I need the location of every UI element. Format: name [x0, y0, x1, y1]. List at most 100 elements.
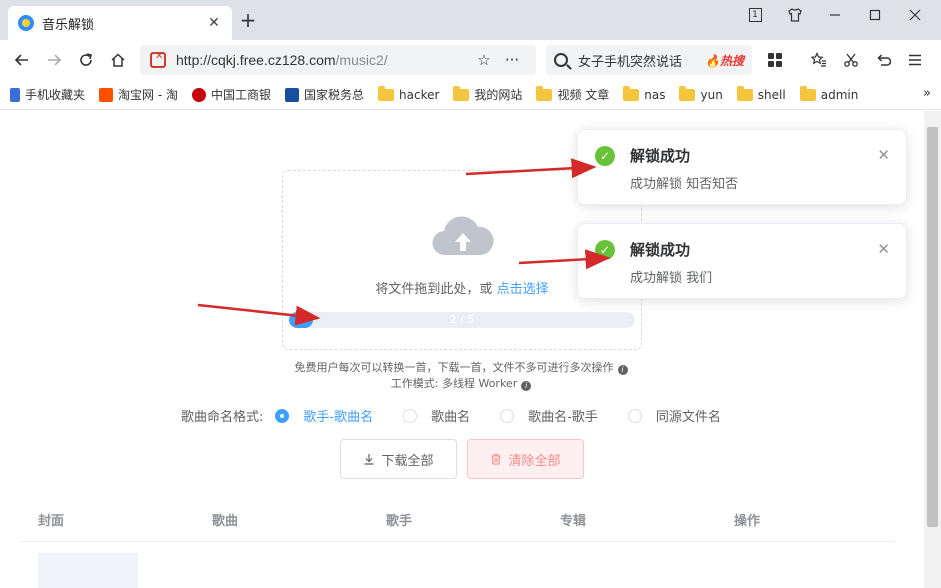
minimize-icon [830, 14, 840, 16]
bookmark-item[interactable]: 手机收藏夹 [10, 86, 85, 103]
search-icon [554, 53, 568, 67]
naming-format-group: 歌曲命名格式: 歌手-歌曲名 歌曲名 歌曲名-歌手 同源文件名 [181, 406, 751, 425]
tab-count-button[interactable]: 1 [735, 3, 775, 27]
undo-icon [877, 54, 891, 66]
address-bar[interactable]: http://cqkj.free.cz128.com/music2/ ☆ ··· [140, 45, 536, 75]
bookmark-folder[interactable]: yun [679, 85, 723, 102]
tab-strip: 音乐解锁 ✕ + 1 [0, 0, 941, 40]
column-actions: 操作 [734, 513, 761, 529]
undo-button[interactable] [868, 45, 898, 75]
notification-close-icon[interactable]: ✕ [877, 240, 890, 258]
forward-button[interactable] [38, 45, 70, 75]
usage-tips: 免费用户每次可以转换一首，下载一首，文件不多可进行多次操作 i 工作模式: 多线程… [0, 360, 922, 392]
reload-icon [80, 53, 92, 66]
notification-unlock-success: ✓ 解锁成功 成功解锁 知否知否 ✕ [577, 129, 907, 205]
bookmark-item[interactable]: 中国工商银 [191, 86, 271, 103]
radio-unchecked-icon [403, 408, 418, 423]
info-icon[interactable]: i [617, 365, 628, 375]
notification-close-icon[interactable]: ✕ [877, 146, 890, 164]
notification-title: 解锁成功 [630, 147, 691, 165]
bookmark-label: yun [700, 87, 723, 102]
home-button[interactable] [102, 45, 134, 75]
notification-unlock-success: ✓ 解锁成功 成功解锁 我们 ✕ [577, 223, 907, 299]
tab-music-unlock[interactable]: 音乐解锁 ✕ [8, 6, 232, 40]
tax-icon [285, 87, 299, 102]
folder-icon [799, 85, 816, 101]
album-cover-thumbnail [38, 553, 138, 588]
column-song: 歌曲 [212, 513, 239, 529]
column-cover: 封面 [38, 513, 65, 529]
info-icon[interactable]: i [521, 381, 532, 391]
radio-unchecked-icon [500, 408, 515, 423]
bookmark-label: 中国工商银 [210, 88, 271, 102]
maximize-icon [869, 9, 881, 21]
arrow-right-icon [48, 54, 62, 66]
bookmark-folder[interactable]: nas [623, 85, 666, 102]
close-window-button[interactable] [895, 3, 935, 27]
radio-label: 歌手-歌曲名 [303, 410, 374, 425]
folder-icon [378, 85, 395, 101]
favorites-star-list-icon [811, 52, 826, 67]
bookmark-folder[interactable]: 我的网站 [453, 85, 523, 103]
bookmark-item[interactable]: 国家税务总 [285, 86, 364, 103]
scrollbar-thumb[interactable] [927, 127, 938, 527]
notification-title: 解锁成功 [630, 241, 691, 259]
apps-button[interactable] [760, 45, 790, 75]
window-controls: 1 [735, 3, 935, 27]
star-icon[interactable]: ☆ [470, 51, 498, 69]
folder-icon [623, 85, 640, 101]
bookmark-folder[interactable]: shell [736, 85, 786, 102]
maximize-button[interactable] [855, 3, 895, 27]
url-host: http://cqkj.free.cz128.com [176, 52, 336, 68]
radio-artist-title[interactable]: 歌手-歌曲名 [275, 406, 373, 425]
radio-title-artist[interactable]: 歌曲名-歌手 [500, 406, 598, 425]
bookmark-label: nas [644, 87, 666, 102]
hot-search-badge[interactable]: 🔥热搜 [705, 52, 744, 69]
radio-label: 歌曲名 [431, 410, 471, 425]
tip-line-worker: 工作模式: 多线程 Worker i [0, 376, 922, 392]
upload-prompt-text: 将文件拖到此处，或 [375, 282, 497, 297]
bookmark-folder[interactable]: 视频 文章 [536, 85, 609, 103]
shirt-icon [788, 8, 802, 22]
site-favicon-icon [18, 15, 34, 31]
bookmarks-overflow-icon[interactable]: » [923, 86, 931, 101]
download-icon [364, 454, 374, 465]
insecure-site-icon[interactable] [150, 51, 166, 68]
menu-button[interactable] [900, 45, 930, 75]
clear-all-button[interactable]: 清除全部 [467, 439, 584, 479]
icbc-icon [191, 87, 206, 102]
bookmarks-bar: 手机收藏夹 淘宝网 - 淘 中国工商银 国家税务总 hacker 我的网站 视频… [0, 80, 941, 110]
naming-format-label: 歌曲命名格式: [181, 410, 264, 425]
tab-close-icon[interactable]: ✕ [206, 15, 222, 31]
radio-title[interactable]: 歌曲名 [403, 406, 470, 425]
radio-label: 同源文件名 [655, 410, 721, 425]
new-tab-button[interactable]: + [238, 10, 258, 30]
bookmark-label: 国家税务总 [304, 88, 365, 102]
url-text[interactable]: http://cqkj.free.cz128.com/music2/ [176, 52, 470, 68]
bookmark-item[interactable]: 淘宝网 - 淘 [99, 86, 178, 103]
more-dots-icon[interactable]: ··· [498, 51, 526, 69]
bookmark-label: 我的网站 [474, 88, 523, 102]
favorites-button[interactable] [804, 45, 834, 75]
search-box[interactable]: 女子手机突然说话 🔥热搜 [546, 45, 752, 75]
scrollbar[interactable] [924, 111, 941, 588]
column-album: 专辑 [560, 513, 587, 529]
download-all-label: 下载全部 [381, 453, 434, 469]
skin-button[interactable] [775, 3, 815, 27]
bookmark-folder[interactable]: hacker [378, 85, 439, 102]
folder-icon [679, 85, 696, 101]
upload-progress-bar: 2 / 5 [289, 312, 635, 328]
bookmark-icon [10, 87, 20, 102]
notification-message: 成功解锁 知否知否 [630, 177, 739, 192]
radio-source-filename[interactable]: 同源文件名 [627, 406, 721, 425]
search-suggestion: 女子手机突然说话 [578, 54, 683, 70]
back-button[interactable] [6, 45, 38, 75]
select-file-link[interactable]: 点击选择 [497, 282, 549, 297]
bookmark-folder[interactable]: admin [799, 85, 858, 102]
tip-text: 工作模式: 多线程 Worker [390, 377, 518, 390]
download-all-button[interactable]: 下载全部 [340, 439, 457, 479]
reload-button[interactable] [70, 45, 102, 75]
minimize-button[interactable] [815, 3, 855, 27]
screenshot-button[interactable] [836, 45, 866, 75]
radio-unchecked-icon [627, 408, 642, 423]
